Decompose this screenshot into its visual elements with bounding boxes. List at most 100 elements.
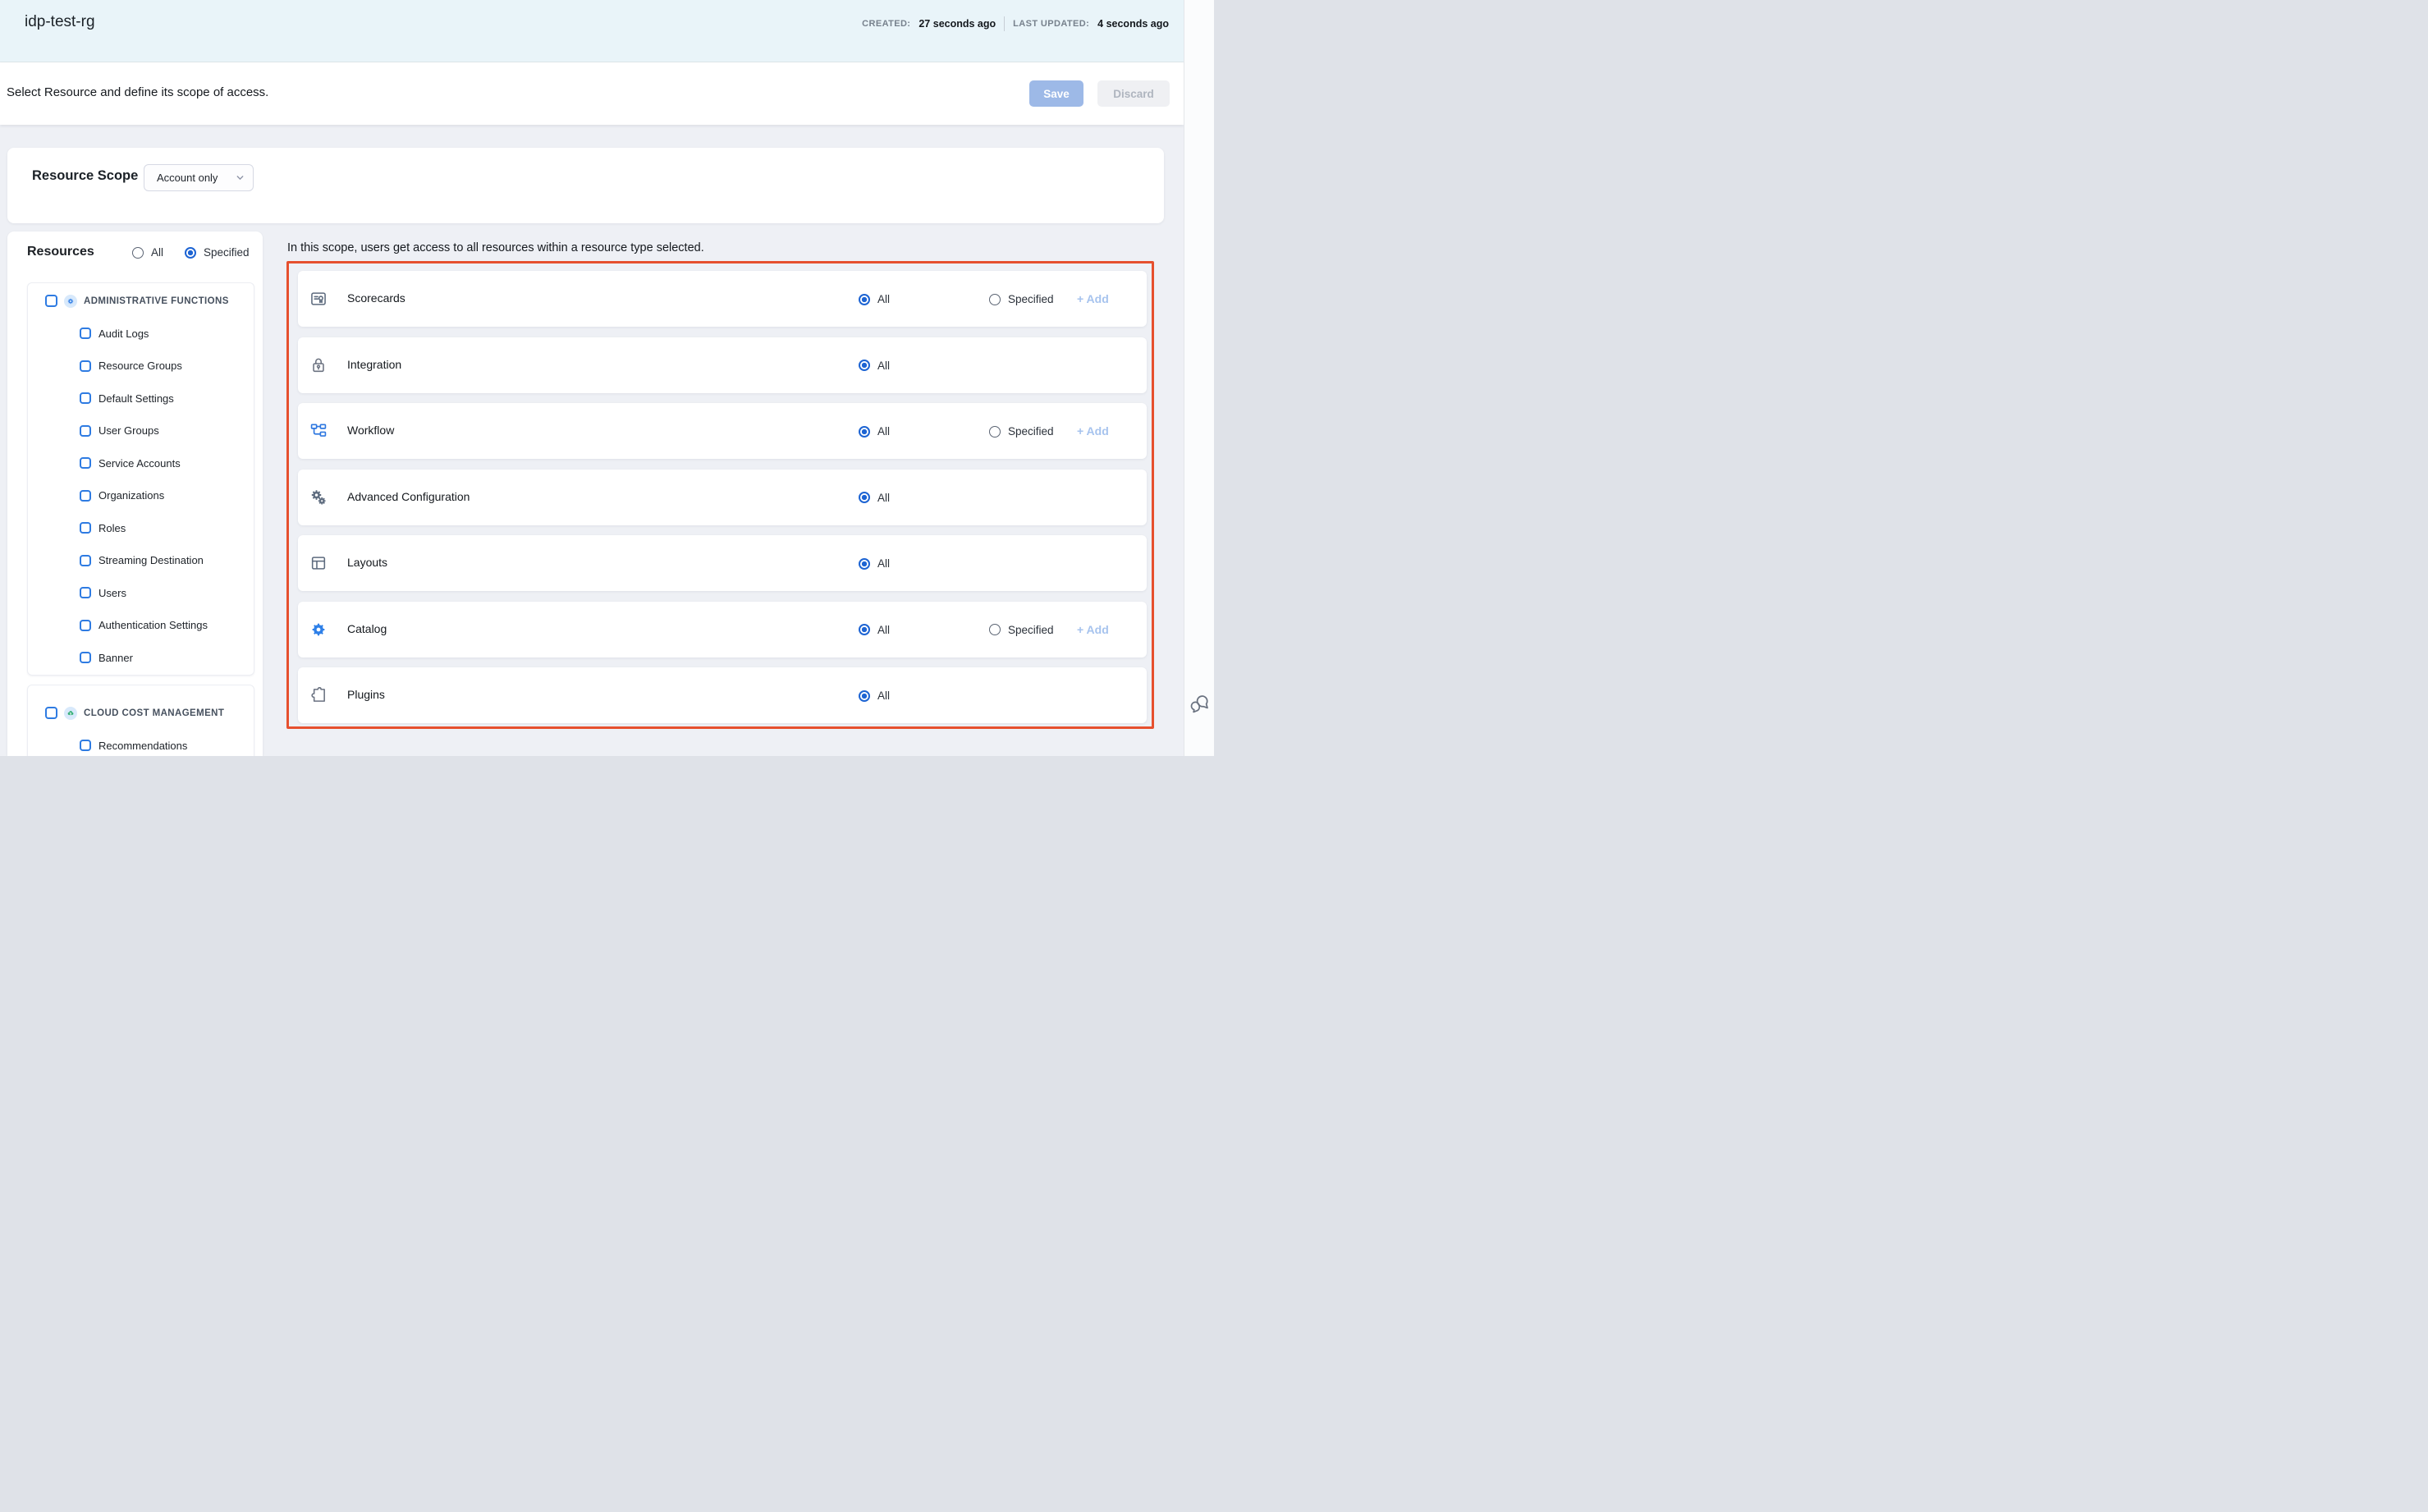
page-title: idp-test-rg — [25, 13, 95, 31]
discard-button[interactable]: Discard — [1097, 80, 1170, 107]
item-checkbox[interactable] — [80, 425, 91, 437]
all-radio[interactable] — [859, 294, 870, 305]
item-checkbox[interactable] — [80, 457, 91, 469]
resource-tree-item[interactable]: Streaming Destination — [28, 544, 254, 577]
resource-group-page: idp-test-rg CREATED: 27 seconds ago LAST… — [0, 0, 1214, 756]
specified-option[interactable]: Specified — [989, 624, 1054, 636]
item-label: Streaming Destination — [98, 554, 204, 566]
integration-lock-icon — [309, 356, 328, 374]
resource-tree-item[interactable]: Audit Logs — [28, 318, 254, 351]
all-option[interactable]: All — [859, 492, 890, 504]
resource-scope-dropdown[interactable]: Account only — [144, 164, 254, 191]
item-checkbox[interactable] — [80, 740, 91, 751]
toolbar-description: Select Resource and define its scope of … — [7, 85, 268, 99]
item-checkbox[interactable] — [80, 490, 91, 502]
all-radio-label: All — [877, 690, 890, 702]
scorecards-icon — [309, 290, 328, 308]
meta-info: CREATED: 27 seconds ago LAST UPDATED: 4 … — [862, 0, 1169, 48]
all-option[interactable]: All — [859, 293, 890, 305]
group-row: ADMINISTRATIVE FUNCTIONS — [28, 285, 254, 318]
resources-option-specified[interactable]: Specified — [185, 246, 250, 259]
specified-radio[interactable] — [989, 426, 1001, 438]
resources-title: Resources — [27, 245, 94, 259]
resource-tree-item[interactable]: Authentication Settings — [28, 609, 254, 642]
page-header: idp-test-rg CREATED: 27 seconds ago LAST… — [0, 0, 1184, 62]
specified-radio[interactable] — [989, 294, 1001, 305]
all-option[interactable]: All — [859, 624, 890, 636]
item-label: Users — [98, 587, 126, 599]
all-radio[interactable] — [859, 690, 870, 702]
item-label: Authentication Settings — [98, 619, 208, 631]
all-radio[interactable] — [859, 492, 870, 503]
resource-type-row: Scorecards All Specified + Add — [298, 271, 1147, 327]
resource-group-section: $ CLOUD COST MANAGEMENT Recommendations — [27, 685, 254, 756]
specified-radio-label: Specified — [204, 246, 250, 259]
item-checkbox[interactable] — [80, 587, 91, 598]
specified-radio[interactable] — [989, 624, 1001, 635]
plugins-puzzle-icon — [309, 686, 328, 704]
item-label: Audit Logs — [98, 328, 149, 340]
all-radio-label: All — [877, 425, 890, 438]
catalog-gear-icon — [309, 621, 328, 639]
all-option[interactable]: All — [859, 360, 890, 372]
all-option[interactable]: All — [859, 690, 890, 702]
all-radio-label: All — [877, 293, 890, 305]
group-label: ADMINISTRATIVE FUNCTIONS — [84, 296, 229, 306]
specified-radio[interactable] — [185, 247, 196, 259]
group-checkbox[interactable] — [45, 295, 57, 307]
specified-option[interactable]: Specified — [989, 425, 1054, 438]
add-link[interactable]: + Add — [1077, 424, 1109, 438]
add-link[interactable]: + Add — [1077, 623, 1109, 636]
cloud-dollar-icon: $ — [64, 707, 77, 720]
resource-tree-item[interactable]: Banner — [28, 642, 254, 675]
resource-tree-item[interactable]: Resource Groups — [28, 350, 254, 383]
item-checkbox[interactable] — [80, 620, 91, 631]
item-checkbox[interactable] — [80, 392, 91, 404]
resource-tree-item[interactable]: Default Settings — [28, 383, 254, 415]
resource-tree-item[interactable]: Users — [28, 577, 254, 610]
resource-scope-card: Resource Scope Account only — [7, 148, 1164, 223]
item-checkbox[interactable] — [80, 652, 91, 663]
last-updated-value: 4 seconds ago — [1097, 18, 1169, 30]
resource-tree-item[interactable]: Roles — [28, 512, 254, 545]
resource-tree-item[interactable]: Service Accounts — [28, 447, 254, 480]
item-checkbox[interactable] — [80, 555, 91, 566]
all-option[interactable]: All — [859, 425, 890, 438]
all-option[interactable]: All — [859, 557, 890, 570]
toolbar: Select Resource and define its scope of … — [0, 62, 1184, 125]
all-radio[interactable] — [132, 247, 144, 259]
all-radio-label: All — [877, 360, 890, 372]
specified-option[interactable]: Specified — [989, 293, 1054, 305]
resource-type-row: Layouts All — [298, 535, 1147, 591]
created-label: CREATED: — [862, 19, 910, 29]
all-radio[interactable] — [859, 624, 870, 635]
item-label: Organizations — [98, 489, 164, 502]
advanced-configuration-gears-icon — [309, 488, 328, 506]
resource-type-label: Advanced Configuration — [347, 490, 470, 503]
save-button[interactable]: Save — [1029, 80, 1083, 107]
add-link[interactable]: + Add — [1077, 292, 1109, 305]
resource-type-row: Workflow All Specified + Add — [298, 403, 1147, 459]
specified-radio-label: Specified — [1008, 425, 1054, 438]
resource-type-row: Advanced Configuration All — [298, 470, 1147, 525]
resource-tree-item[interactable]: Recommendations — [28, 730, 254, 757]
resource-type-label: Layouts — [347, 556, 387, 569]
group-checkbox[interactable] — [45, 707, 57, 719]
resource-tree-item[interactable]: Organizations — [28, 479, 254, 512]
all-radio[interactable] — [859, 360, 870, 371]
chat-bubbles-icon[interactable] — [1189, 693, 1211, 714]
group-row: $ CLOUD COST MANAGEMENT — [28, 697, 254, 730]
item-label: Default Settings — [98, 392, 174, 405]
item-label: Roles — [98, 522, 126, 534]
resource-type-label: Plugins — [347, 688, 385, 701]
resource-tree-item[interactable]: User Groups — [28, 415, 254, 447]
item-checkbox[interactable] — [80, 360, 91, 372]
all-radio[interactable] — [859, 426, 870, 438]
resource-type-row: Plugins All — [298, 667, 1147, 723]
all-radio[interactable] — [859, 558, 870, 570]
item-checkbox[interactable] — [80, 522, 91, 534]
last-updated-label: LAST UPDATED: — [1013, 19, 1089, 29]
resources-option-all[interactable]: All — [132, 246, 163, 259]
item-label: Recommendations — [98, 740, 187, 752]
item-checkbox[interactable] — [80, 328, 91, 339]
